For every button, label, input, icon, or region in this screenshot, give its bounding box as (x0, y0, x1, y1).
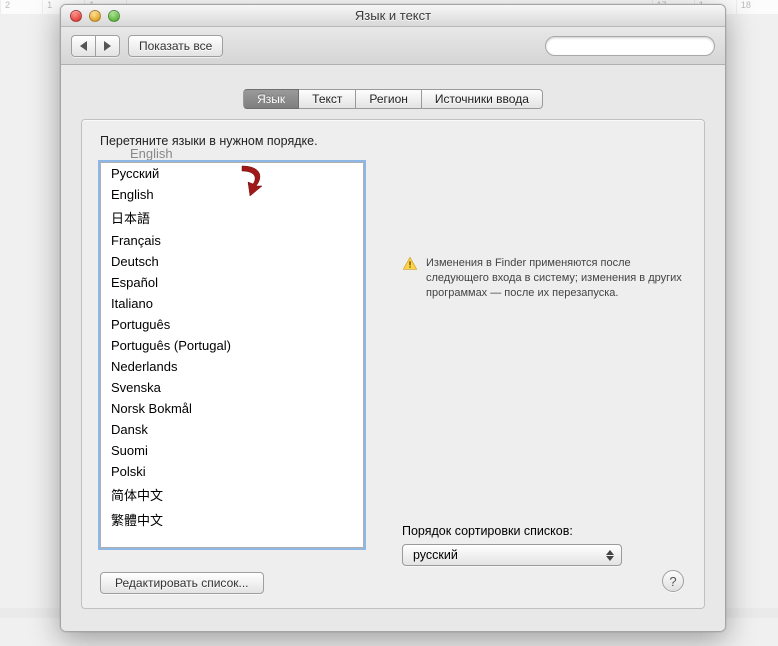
tab-region[interactable]: Регион (356, 89, 422, 109)
close-button[interactable] (70, 10, 82, 22)
window-title: Язык и текст (61, 8, 725, 23)
nav-group (71, 35, 120, 57)
tab-bar: Язык Текст Регион Источники ввода (61, 89, 725, 109)
forward-button[interactable] (95, 35, 120, 57)
show-all-button[interactable]: Показать все (128, 35, 223, 57)
zoom-button[interactable] (108, 10, 120, 22)
help-icon: ? (669, 574, 676, 589)
language-list[interactable]: Русский English 日本語 Français Deutsch Esp… (100, 162, 364, 548)
preferences-window: Язык и текст Показать все Язык Текст Рег… (60, 4, 726, 632)
chevron-left-icon (80, 41, 87, 51)
warning-icon (402, 256, 418, 272)
list-item[interactable]: Suomi (101, 440, 363, 461)
tab-text[interactable]: Текст (299, 89, 356, 109)
instruction-text: Перетяните языки в нужном порядке. (100, 134, 686, 148)
list-item[interactable]: Italiano (101, 293, 363, 314)
minimize-button[interactable] (89, 10, 101, 22)
back-button[interactable] (71, 35, 95, 57)
window-body: Язык Текст Регион Источники ввода Перетя… (61, 65, 725, 631)
list-item[interactable]: 简体中文 (101, 482, 363, 507)
warning-note: Изменения в Finder применяются после сле… (402, 256, 686, 301)
chevron-right-icon (104, 41, 111, 51)
list-item[interactable]: Nederlands (101, 356, 363, 377)
show-all-label: Показать все (139, 39, 212, 53)
list-item[interactable]: Polski (101, 461, 363, 482)
list-item[interactable]: Deutsch (101, 251, 363, 272)
ghost-drag-label: English (130, 146, 173, 161)
help-button[interactable]: ? (662, 570, 684, 592)
tab-input-sources[interactable]: Источники ввода (422, 89, 543, 109)
titlebar[interactable]: Язык и текст (61, 5, 725, 27)
edit-list-row: Редактировать список... (100, 572, 264, 594)
edit-list-button[interactable]: Редактировать список... (100, 572, 264, 594)
right-column: Изменения в Finder применяются после сле… (388, 162, 686, 594)
list-item[interactable]: Русский (101, 163, 363, 184)
list-item[interactable]: Français (101, 230, 363, 251)
list-item[interactable]: Português (Portugal) (101, 335, 363, 356)
list-item[interactable]: Dansk (101, 419, 363, 440)
sort-order-popup[interactable]: русский (402, 544, 622, 566)
tab-language[interactable]: Язык (243, 89, 299, 109)
search-field[interactable] (545, 36, 715, 56)
list-item[interactable]: Español (101, 272, 363, 293)
sort-order-block: Порядок сортировки списков: русский (402, 524, 676, 566)
toolbar: Показать все (61, 27, 725, 65)
sort-order-value: русский (413, 548, 458, 562)
sort-order-label: Порядок сортировки списков: (402, 524, 676, 538)
search-input[interactable] (556, 39, 711, 53)
list-item[interactable]: 日本語 (101, 205, 363, 230)
updown-arrows-icon (603, 547, 617, 563)
tab-panel: Перетяните языки в нужном порядке. Engli… (81, 119, 705, 609)
edit-list-label: Редактировать список... (115, 576, 249, 590)
list-item[interactable]: English (101, 184, 363, 205)
warning-text: Изменения в Finder применяются после сле… (426, 256, 686, 301)
list-item[interactable]: Norsk Bokmål (101, 398, 363, 419)
list-item[interactable]: Svenska (101, 377, 363, 398)
traffic-lights (61, 10, 120, 22)
list-item[interactable]: Português (101, 314, 363, 335)
list-item[interactable]: 繁體中文 (101, 507, 363, 532)
